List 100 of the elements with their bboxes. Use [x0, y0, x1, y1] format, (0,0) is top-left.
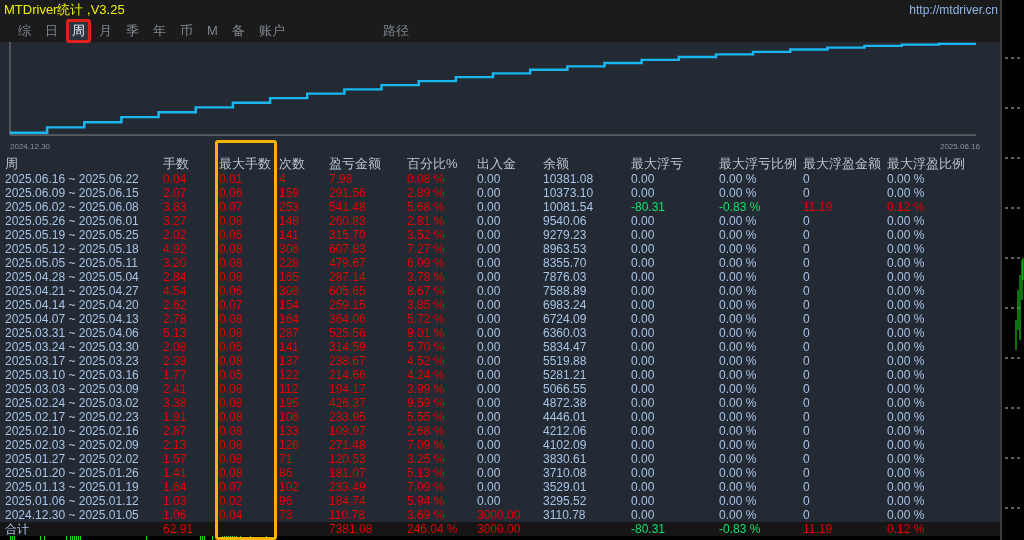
table-cell-text: 0.00 %: [887, 298, 926, 313]
table-cell-text: 0: [803, 480, 811, 495]
table-cell-text: 233.95: [329, 410, 367, 425]
tab[interactable]: 币: [174, 18, 199, 43]
table-cell-text: 2025.03.17 ~ 2025.03.23: [5, 354, 140, 369]
tab[interactable]: 日: [39, 18, 64, 43]
table-cell-text: 3.25 %: [407, 452, 446, 467]
table-cell-text: 0.00: [631, 368, 656, 383]
table-cell-text: 0.00: [631, 438, 656, 453]
table-cell-text: 259.15: [329, 298, 367, 313]
table-cell-text: 0.00 %: [887, 312, 926, 327]
table-cell-text: 0.00 %: [887, 228, 926, 243]
table-cell-text: 214.66: [329, 368, 367, 383]
table-cell-text: 260.83: [329, 214, 367, 229]
tab[interactable]: 周: [66, 18, 91, 43]
table-cell-text: 0.00: [477, 214, 502, 229]
table-cell-text: 0.00 %: [719, 424, 758, 439]
tab[interactable]: 路径: [376, 18, 415, 43]
tab[interactable]: 季: [120, 18, 145, 43]
table-cell-text: 2.68 %: [407, 424, 446, 439]
table-cell-text: 0.00 %: [719, 368, 758, 383]
table-cell-text: 0.00 %: [887, 172, 926, 187]
table-cell-text: 159: [279, 186, 301, 201]
table-cell-text: 102: [279, 480, 301, 495]
table-cell-text: 0: [803, 466, 811, 481]
table-cell-text: 3.38: [163, 396, 188, 411]
table-cell-text: 607.83: [329, 242, 367, 257]
table-cell-text: 3295.52: [543, 494, 588, 509]
table-cell-text: 364.06: [329, 312, 367, 327]
table-cell-text: 0.00: [477, 452, 502, 467]
table-cell-text: 6.09 %: [407, 256, 446, 271]
table-cell-text: 0: [803, 214, 811, 229]
tab[interactable]: 账户: [252, 18, 291, 43]
table-cell-text: 0.00 %: [887, 508, 926, 523]
table-cell-text: 3000.00: [477, 522, 522, 537]
table-cell-text: 0.00 %: [887, 242, 926, 257]
column-header: 最大浮亏: [631, 157, 684, 172]
table-cell-text: 0.12 %: [887, 522, 926, 537]
table-cell-text: 0: [803, 312, 811, 327]
table-cell-text: 4.52 %: [407, 354, 446, 369]
table-cell-text: 0.08: [219, 466, 244, 481]
column-header: 周: [5, 157, 19, 172]
table-cell-text: 426.37: [329, 396, 367, 411]
table-cell-text: 0: [803, 452, 811, 467]
table-cell-text: 9.01 %: [407, 326, 446, 341]
table-cell-text: 0.00 %: [719, 494, 758, 509]
table-cell-text: 86: [279, 466, 294, 481]
table-cell-text: 154: [279, 298, 301, 313]
table-cell-text: 7.27 %: [407, 242, 446, 257]
table-cell-text: 1.41: [163, 466, 188, 481]
table-cell-text: 5.70 %: [407, 340, 446, 355]
table-cell-text: 0.00: [477, 354, 502, 369]
table-cell-text: 112: [279, 382, 300, 397]
table-cell-text: 0.00 %: [887, 410, 926, 425]
tab[interactable]: 年: [147, 18, 172, 43]
table-cell-text: 165: [279, 270, 301, 285]
table-cell-text: 308: [279, 284, 301, 299]
table-cell-text: 2025.06.09 ~ 2025.06.15: [5, 186, 140, 201]
table-cell-text: 0.08: [219, 354, 244, 369]
table-cell-text: 194.17: [329, 382, 367, 397]
table-cell-text: 3.99 %: [407, 382, 446, 397]
table-cell-text: 2025.04.21 ~ 2025.04.27: [5, 284, 140, 299]
table-cell-text: 106: [279, 410, 301, 425]
table-cell-text: 0.00 %: [719, 452, 758, 467]
table-cell-text: 0.00 %: [719, 172, 758, 187]
tab[interactable]: 月: [93, 18, 118, 43]
table-cell-text: 1.03: [163, 494, 188, 509]
column-header: 百分比%: [407, 157, 459, 172]
table-cell-text: 8963.53: [543, 242, 588, 257]
table-cell-text: 0.00 %: [887, 480, 926, 495]
table-cell-text: 2025.04.14 ~ 2025.04.20: [5, 298, 140, 313]
table-cell-text: 0.04: [219, 508, 244, 523]
table-cell-text: 0.00: [631, 382, 656, 397]
table-cell-text: 246.04 %: [407, 522, 459, 537]
table-cell-text: 287: [279, 326, 301, 341]
table-cell-text: 2025.01.20 ~ 2025.01.26: [5, 466, 140, 481]
table-cell-text: 0.08: [219, 270, 244, 285]
table-cell-text: 0.00 %: [719, 186, 758, 201]
table-cell-text: 0.00: [477, 410, 502, 425]
table-cell-text: 5519.88: [543, 354, 588, 369]
table-cell-text: 0: [803, 298, 811, 313]
table-cell-text: 0.01: [219, 172, 244, 187]
table-cell-text: 0.00 %: [719, 396, 758, 411]
table-cell-text: 0.00: [477, 438, 502, 453]
table-cell-text: 0.00 %: [887, 494, 926, 509]
table-cell-text: 0: [803, 228, 811, 243]
table-cell-text: 3830.61: [543, 452, 588, 467]
table-cell-text: 5.55 %: [407, 410, 446, 425]
table-cell-text: 0.00: [477, 466, 502, 481]
table-cell-text: 541.48: [329, 200, 367, 215]
table-cell-text: 4.24 %: [407, 368, 446, 383]
tab[interactable]: 备: [225, 18, 251, 43]
tab[interactable]: 综: [12, 18, 37, 43]
table-cell-text: 233.49: [329, 480, 367, 495]
table-cell-text: 10381.08: [543, 172, 595, 187]
table-cell-text: 137: [279, 354, 301, 369]
tab[interactable]: M: [201, 18, 224, 43]
website-link[interactable]: http://mtdriver.cn: [909, 2, 998, 17]
table-cell-text: 10081.54: [543, 200, 595, 215]
table-cell-text: 4: [279, 172, 287, 187]
